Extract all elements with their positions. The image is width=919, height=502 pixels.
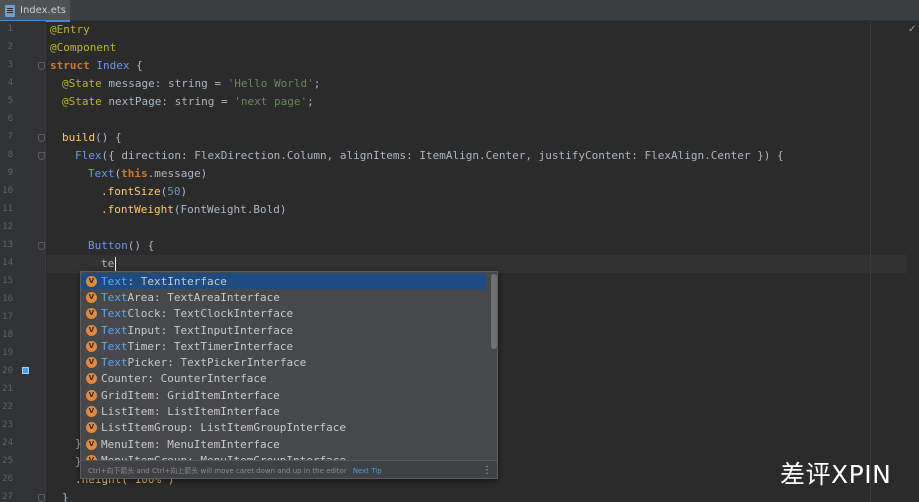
line-number: 15 (2, 276, 13, 286)
component-icon: V (86, 421, 97, 433)
line-number: 10 (2, 186, 13, 196)
fold-toggle-icon[interactable] (38, 134, 45, 142)
line-number: 4 (7, 78, 13, 88)
code-line-7: build() { (62, 131, 122, 144)
ets-file-icon (5, 4, 15, 17)
line-number: 13 (2, 240, 13, 250)
code-completion-popup[interactable]: V Text: TextInterface V Text Area: TextArea… (80, 271, 498, 479)
fold-toggle-icon[interactable] (38, 152, 45, 160)
code-line-9: Text(this.message) (88, 167, 208, 180)
component-icon: V (86, 405, 97, 417)
fold-toggle-icon[interactable] (38, 242, 45, 250)
line-number: 23 (2, 420, 13, 430)
line-number: 22 (2, 402, 13, 412)
line-number: 14 (2, 258, 13, 268)
completion-item[interactable]: V Text Area: TextAreaInterface (81, 289, 486, 305)
line-number: 3 (7, 60, 13, 70)
component-icon: V (86, 340, 97, 352)
code-line-5: @State nextPage: string = 'next page'; (62, 95, 314, 108)
line-number: 2 (7, 42, 13, 52)
line-number: 27 (2, 492, 13, 502)
fold-toggle-icon[interactable] (38, 494, 45, 502)
completion-scrollbar-thumb[interactable] (491, 274, 497, 349)
text-caret (115, 257, 117, 271)
completion-item[interactable]: V Text Timer: TextTimerInterface (81, 338, 486, 354)
line-number: 17 (2, 312, 13, 322)
line-number: 11 (2, 204, 13, 214)
component-icon: V (86, 324, 97, 336)
line-number: 25 (2, 456, 13, 466)
component-icon: V (86, 291, 97, 303)
watermark-logo: 差评XPIN (780, 460, 892, 489)
bookmark-icon[interactable] (22, 367, 29, 374)
line-number: 16 (2, 294, 13, 304)
tab-index-ets[interactable]: Index.ets (0, 0, 70, 22)
code-line-13: Button() { (88, 239, 155, 252)
component-icon: V (86, 389, 97, 401)
line-number: 20 (2, 366, 13, 376)
completion-item[interactable]: V Counter: CounterInterface (81, 370, 486, 386)
line-number: 7 (7, 132, 13, 142)
tab-label: Index.ets (20, 5, 66, 16)
line-number: 19 (2, 348, 13, 358)
completion-item[interactable]: V MenuItem: MenuItemInterface (81, 436, 486, 452)
next-tip-link[interactable]: Next Tip (353, 467, 382, 475)
component-icon: V (86, 438, 97, 450)
component-icon: V (86, 307, 97, 319)
inspection-ok-icon[interactable]: ✓ (908, 24, 916, 35)
code-line-4: @State message: string = 'Hello World'; (62, 77, 321, 90)
line-number: 5 (7, 96, 13, 106)
line-number: 6 (7, 114, 13, 124)
completion-item[interactable]: V Text: TextInterface (81, 273, 486, 289)
line-number: 9 (7, 168, 13, 178)
component-icon: V (86, 356, 97, 368)
code-line-3: struct Index { (50, 59, 143, 72)
code-line-11: .fontWeight(FontWeight.Bold) (101, 203, 287, 216)
more-options-icon[interactable]: ⋮ (482, 465, 492, 476)
code-line-2: @Component (50, 41, 117, 54)
completion-item[interactable]: V Text Picker: TextPickerInterface (81, 354, 486, 370)
line-number-gutter: 1 2 3 4 5 6 7 8 9 10 11 12 13 14 15 16 1… (0, 21, 46, 502)
code-line-1: @Entry (50, 23, 90, 36)
code-line-10: .fontSize(50) (101, 185, 188, 198)
code-line-8: Flex({ direction: FlexDirection.Column, … (75, 149, 784, 162)
line-number: 1 (7, 24, 13, 34)
completion-item[interactable]: V Text Input: TextInputInterface (81, 322, 486, 338)
completion-hint: Ctrl+向下箭头 and Ctrl+向上箭头 will move caret … (88, 466, 347, 475)
line-number: 8 (7, 150, 13, 160)
component-icon: V (86, 275, 97, 287)
completion-item[interactable]: V ListItem: ListItemInterface (81, 403, 486, 419)
editor-tab-bar: Index.ets (0, 0, 919, 22)
right-margin-guide (870, 21, 871, 502)
completion-footer: Ctrl+向下箭头 and Ctrl+向上箭头 will move caret … (81, 460, 497, 478)
completion-item[interactable]: V Text Clock: TextClockInterface (81, 305, 486, 321)
line-number: 12 (2, 222, 13, 232)
line-number: 21 (2, 384, 13, 394)
completion-item[interactable]: V ListItemGroup: ListItemGroupInterface (81, 419, 486, 435)
line-number: 24 (2, 438, 13, 448)
code-line-27: } (62, 491, 69, 502)
editor-scrollbar[interactable] (907, 21, 919, 502)
completion-item[interactable]: V GridItem: GridItemInterface (81, 387, 486, 403)
line-number: 18 (2, 330, 13, 340)
fold-toggle-icon[interactable] (38, 62, 45, 70)
component-icon: V (86, 372, 97, 384)
line-number: 26 (2, 474, 13, 484)
